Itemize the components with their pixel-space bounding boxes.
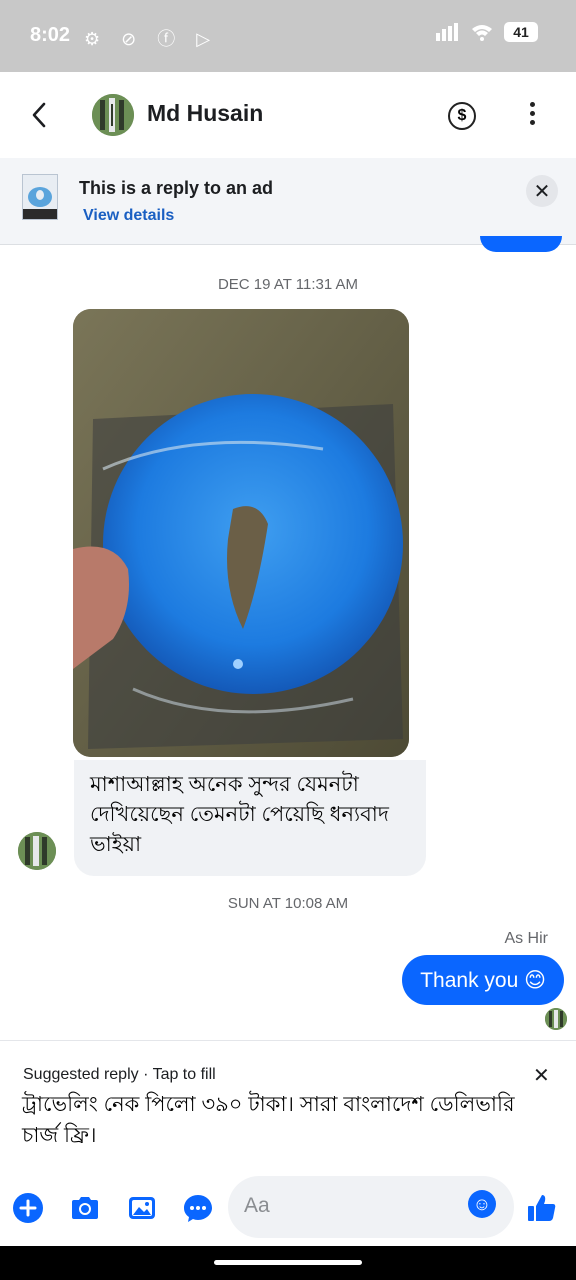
product-photo[interactable] (73, 309, 409, 757)
previous-message-bubble (480, 236, 562, 252)
like-icon[interactable] (526, 1192, 558, 1224)
close-icon[interactable]: ✕ (526, 175, 558, 207)
suggested-reply-panel: Suggested reply · Tap to fill ✕ ট্রাভেলি… (0, 1040, 576, 1173)
view-details-link[interactable]: View details (83, 207, 174, 225)
back-arrow-icon[interactable] (28, 100, 52, 130)
status-notification-icons: ⚙ ⊘ ⓕ ▷ (84, 29, 219, 49)
suggested-reply-label: Suggested reply · Tap to fill (23, 1066, 216, 1083)
payment-icon[interactable]: $ (448, 102, 476, 130)
status-time: 8:02 (30, 24, 71, 46)
ad-thumbnail[interactable] (22, 174, 58, 220)
suggested-reply-text[interactable]: ট্রাভেলিং নেক পিলো ৩৯০ টাকা। সারা বাংলাদ… (22, 1089, 552, 1151)
system-nav-bar (0, 1246, 576, 1280)
outgoing-message[interactable]: Thank you 😊 (402, 955, 564, 1005)
seen-avatar (545, 1008, 567, 1030)
contact-avatar[interactable] (92, 94, 134, 136)
system-indicators: 41 (436, 22, 538, 42)
home-gesture-handle[interactable] (214, 1260, 362, 1265)
message-composer: Aa ☺ (0, 1172, 576, 1246)
timestamp: SUN AT 10:08 AM (227, 895, 349, 912)
message-input-placeholder: Aa (244, 1194, 270, 1217)
timestamp: DEC 19 AT 11:31 AM (217, 276, 359, 293)
close-icon[interactable]: ✕ (533, 1063, 550, 1088)
plus-icon[interactable] (12, 1192, 44, 1224)
signal-icon (436, 23, 458, 41)
chat-header: Md Husain $ (0, 72, 576, 158)
message-input[interactable]: Aa ☺ (228, 1176, 514, 1238)
gallery-icon[interactable] (126, 1192, 158, 1224)
contact-name[interactable]: Md Husain (147, 100, 263, 127)
ad-reply-banner: This is a reply to an ad View details ✕ (0, 158, 576, 245)
status-bar: 8:02 ⚙ ⊘ ⓕ ▷ 41 (0, 0, 576, 72)
chat-bubble-icon[interactable] (182, 1192, 214, 1224)
battery-icon: 41 (504, 22, 538, 42)
wifi-icon (472, 25, 492, 41)
incoming-message[interactable]: মাশাআল্লাহ অনেক সুন্দর যেমনটা দেখিয়েছেন… (74, 760, 426, 876)
camera-icon[interactable] (69, 1192, 101, 1224)
sender-avatar[interactable] (18, 832, 56, 870)
emoji-icon[interactable]: ☺ (468, 1190, 496, 1218)
ad-banner-title: This is a reply to an ad (79, 178, 274, 198)
more-options-icon[interactable] (530, 102, 536, 129)
sender-label: As Hir (504, 930, 548, 947)
